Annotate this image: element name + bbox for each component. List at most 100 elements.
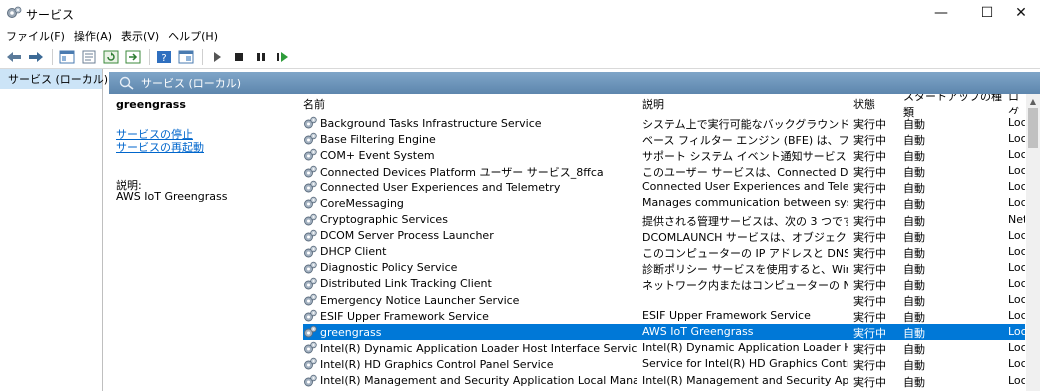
service-name: Distributed Link Tracking Client (320, 277, 492, 291)
cell-description: Connected User Experiences and Telemet..… (642, 180, 848, 194)
service-name: CoreMessaging (320, 196, 404, 210)
cell-name: Background Tasks Infrastructure Service (303, 116, 637, 130)
toolbar-separator (52, 48, 53, 65)
cell-status: 実行中 (853, 327, 886, 341)
table-row[interactable]: Connected User Experiences and Telemetry… (303, 179, 1025, 195)
cell-description: DCOMLAUNCH サービスは、オブジェクト アク... (642, 230, 848, 244)
restart-service-button[interactable] (273, 48, 293, 66)
menu-action[interactable]: 操作(A) (74, 28, 112, 44)
tree-item-services-local[interactable]: サービス (ローカル) (0, 69, 108, 89)
menu-file[interactable]: ファイル(F) (6, 28, 65, 44)
cell-name: DCOM Server Process Launcher (303, 229, 637, 243)
scroll-up-arrow-icon[interactable]: ▲ (1026, 94, 1040, 108)
cell-name: Connected Devices Platform ユーザー サービス_8ff… (303, 164, 637, 180)
restart-service-link[interactable]: サービスの再起動 (116, 139, 204, 155)
pause-service-button[interactable] (251, 48, 271, 66)
table-row[interactable]: DCOM Server Process Launcher DCOMLAUNCH サ… (303, 228, 1025, 244)
table-row[interactable]: DHCP Client このコンピューターの IP アドレスと DNS レコード.… (303, 244, 1025, 260)
cell-name: Intel(R) Dynamic Application Loader Host… (303, 341, 637, 355)
menu-help[interactable]: ヘルプ(H) (168, 28, 218, 44)
column-header-name[interactable]: 名前 (303, 94, 637, 114)
view-button[interactable] (176, 48, 196, 66)
minimize-button[interactable]: — (918, 0, 964, 26)
table-row[interactable]: COM+ Event System サポート システム イベント通知サービス (S… (303, 147, 1025, 163)
menu-bar: ファイル(F) 操作(A) 表示(V) ヘルプ(H) (0, 26, 1040, 45)
cell-description: Manages communication between syste... (642, 196, 848, 210)
table-row[interactable]: CoreMessaging Manages communication betwe… (303, 195, 1025, 211)
console-tree: サービス (ローカル) (0, 69, 108, 391)
vertical-scrollbar[interactable]: ▲ (1026, 94, 1040, 391)
refresh-button[interactable] (101, 48, 121, 66)
back-icon (7, 51, 21, 62)
service-gear-icon (304, 181, 317, 193)
cell-startup: 自動 (903, 182, 925, 196)
cell-startup: 自動 (903, 118, 925, 131)
cell-logon: Loc (1008, 180, 1025, 194)
cell-description: ベース フィルター エンジン (BFE) は、ファイアウォ... (642, 134, 848, 148)
service-name: Intel(R) Dynamic Application Loader Host… (320, 341, 637, 355)
pane-header-title: サービス (ローカル) (141, 77, 242, 90)
column-header-status[interactable]: 状態 (853, 94, 899, 114)
console-tree-button[interactable] (57, 48, 77, 66)
export-button[interactable] (123, 48, 143, 66)
cell-startup: 自動 (903, 134, 925, 148)
start-service-button[interactable] (207, 48, 227, 66)
service-name: Base Filtering Engine (320, 132, 436, 146)
restart-icon (277, 51, 288, 62)
cell-status: 実行中 (853, 311, 886, 325)
cell-startup: 自動 (903, 343, 925, 357)
window-title: サービス (26, 8, 75, 22)
service-gear-icon (304, 116, 317, 129)
table-row[interactable]: Base Filtering Engine ベース フィルター エンジン (BFE… (303, 131, 1025, 147)
service-gear-icon (304, 261, 317, 274)
table-row[interactable]: Intel(R) Management and Security Applica… (303, 373, 1025, 389)
cell-logon: Loc (1008, 244, 1025, 258)
menu-view[interactable]: 表示(V) (121, 28, 159, 44)
cell-description: ESIF Upper Framework Service (642, 309, 811, 323)
table-row[interactable]: Background Tasks Infrastructure Service シ… (303, 115, 1025, 131)
column-header-startup[interactable]: スタートアップの種類 (903, 94, 1003, 119)
service-name: Emergency Notice Launcher Service (320, 293, 520, 307)
cell-status: 実行中 (853, 214, 886, 228)
cell-logon: Loc (1008, 260, 1025, 274)
close-button[interactable]: ✕ (1002, 0, 1040, 26)
table-row[interactable]: Connected Devices Platform ユーザー サービス_8ff… (303, 163, 1025, 179)
properties-button[interactable] (79, 48, 99, 66)
toolbar-separator (149, 48, 150, 65)
cell-startup: 自動 (903, 311, 925, 325)
table-row-selected[interactable]: greengrass AWS IoT Greengrass 実行中 自動 Loc (303, 324, 1025, 341)
help-button[interactable]: ? (154, 48, 174, 66)
view-icon (178, 50, 194, 63)
cell-startup: 自動 (903, 375, 925, 389)
back-button[interactable] (4, 48, 24, 66)
table-row[interactable]: Emergency Notice Launcher Service 実行中 自動 Lo… (303, 292, 1025, 308)
cell-status: 実行中 (853, 246, 886, 260)
cell-name: Connected User Experiences and Telemetry (303, 180, 637, 194)
table-row[interactable]: Diagnostic Policy Service 診断ポリシー サービスを使用す… (303, 260, 1025, 276)
table-row[interactable]: Intel(R) Dynamic Application Loader Host… (303, 340, 1025, 356)
service-gear-icon (304, 229, 317, 242)
table-row[interactable]: ESIF Upper Framework Service ESIF Upper F… (303, 308, 1025, 324)
table-row[interactable]: Distributed Link Tracking Client ネットワーク内ま… (303, 276, 1025, 292)
cell-name: Intel(R) HD Graphics Control Panel Servi… (303, 357, 637, 371)
scrollbar-thumb[interactable] (1028, 108, 1038, 148)
cell-logon: Loc (1008, 309, 1025, 323)
refresh-icon (103, 50, 119, 63)
column-header-logon[interactable]: ログ (1008, 94, 1025, 114)
svg-text:?: ? (161, 53, 166, 64)
service-gear-icon (304, 245, 317, 258)
stop-service-button[interactable] (229, 48, 249, 66)
cell-startup: 自動 (903, 230, 925, 244)
cell-status: 実行中 (853, 134, 886, 148)
cell-logon: Loc (1008, 116, 1025, 129)
table-row[interactable]: Cryptographic Services 提供される管理サービスは、次の 3 … (303, 212, 1025, 228)
cell-name: DHCP Client (303, 245, 637, 259)
column-header-description[interactable]: 説明 (642, 94, 848, 114)
cell-startup: 自動 (903, 295, 925, 309)
cell-name: Emergency Notice Launcher Service (303, 293, 637, 307)
column-header-description-label: 説明 (642, 98, 664, 111)
cell-description: Intel(R) Dynamic Application Loader Hos.… (642, 341, 848, 355)
table-row[interactable]: Intel(R) HD Graphics Control Panel Servi… (303, 356, 1025, 372)
export-icon (125, 50, 141, 63)
forward-button[interactable] (26, 48, 46, 66)
